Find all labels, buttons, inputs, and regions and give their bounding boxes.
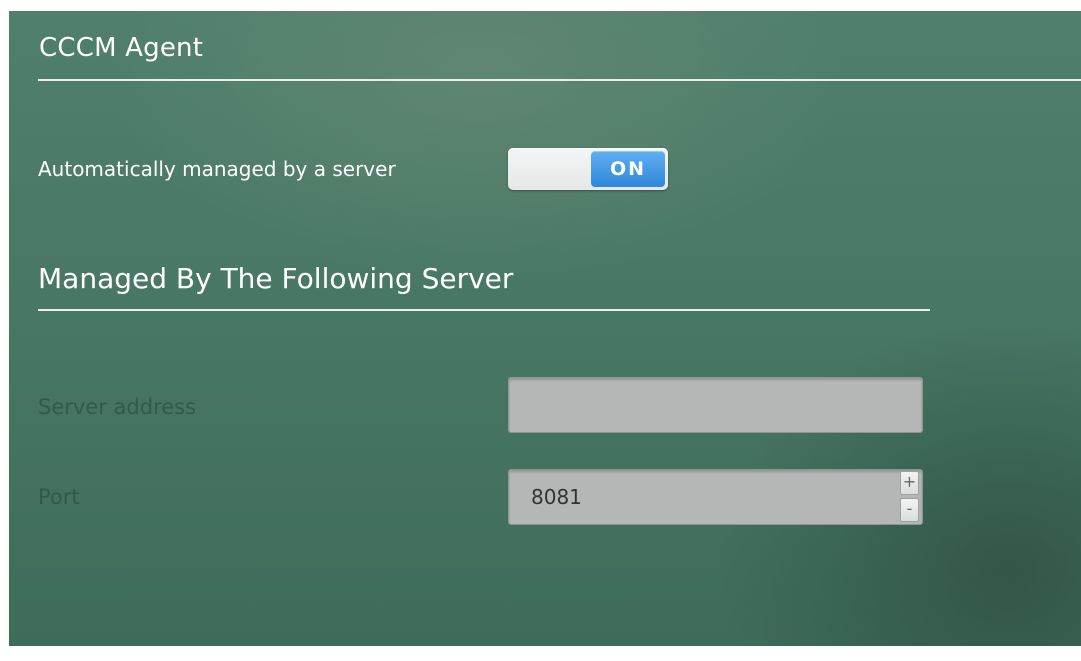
auto-managed-label: Automatically managed by a server bbox=[38, 157, 396, 181]
auto-managed-toggle[interactable]: ON bbox=[508, 148, 668, 190]
server-address-input[interactable] bbox=[508, 377, 923, 433]
port-stepper: + - bbox=[900, 471, 919, 523]
page-title: CCCM Agent bbox=[39, 33, 204, 63]
header-divider bbox=[38, 79, 1081, 81]
section-title: Managed By The Following Server bbox=[38, 262, 514, 295]
settings-panel: CCCM Agent Automatically managed by a se… bbox=[9, 11, 1081, 646]
server-address-label: Server address bbox=[38, 395, 197, 419]
port-label: Port bbox=[38, 485, 80, 509]
port-decrement-button[interactable]: - bbox=[900, 498, 919, 522]
port-input[interactable] bbox=[508, 469, 923, 525]
toggle-on-indicator: ON bbox=[591, 151, 665, 187]
section-divider bbox=[38, 309, 930, 311]
port-increment-button[interactable]: + bbox=[900, 471, 919, 495]
